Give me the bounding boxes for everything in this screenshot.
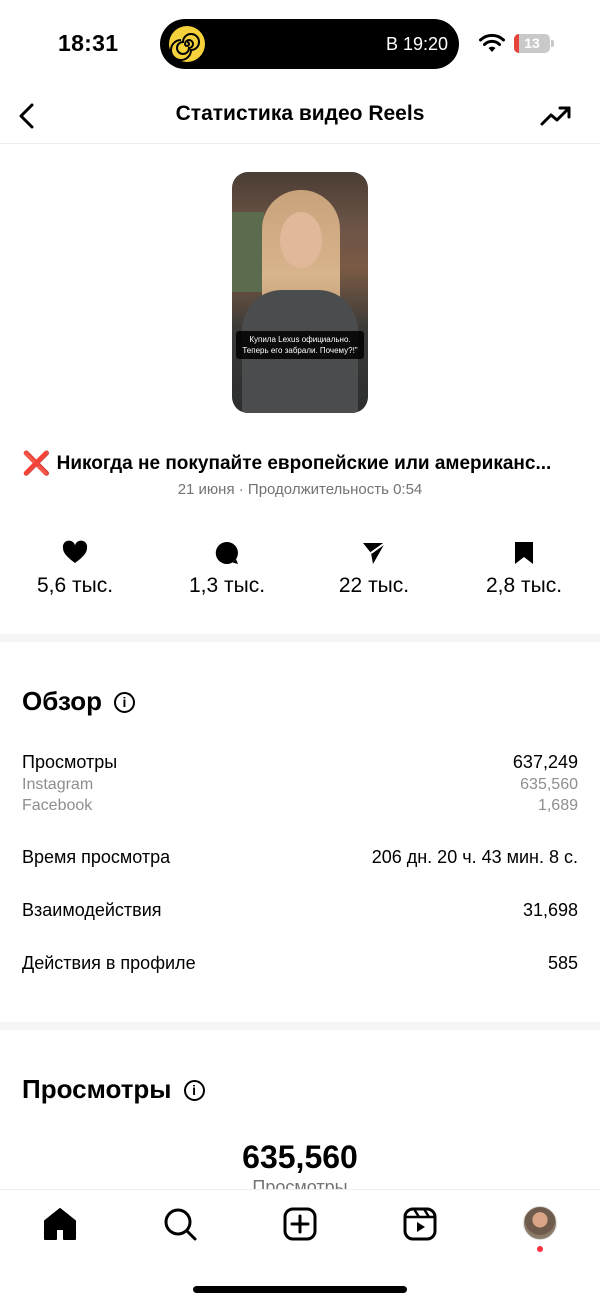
instagram-row: Instagram 635,560 bbox=[22, 776, 578, 796]
dynamic-island[interactable]: В 19:20 bbox=[160, 19, 459, 69]
nav-search[interactable] bbox=[160, 1204, 200, 1244]
views-label: Просмотры bbox=[22, 752, 118, 772]
profile-actions-row: Действия в профиле 585 bbox=[22, 953, 578, 977]
likes-stat: 5,6 тыс. bbox=[0, 540, 150, 598]
post-title-text: Никогда не покупайте европейские или аме… bbox=[56, 453, 552, 474]
views-value: 637,249 bbox=[512, 752, 578, 772]
instagram-value: 635,560 bbox=[520, 776, 578, 793]
watch-time-row: Время просмотра 206 дн. 20 ч. 43 мин. 8 … bbox=[22, 847, 578, 871]
section-divider bbox=[0, 634, 600, 642]
watch-time-value: 206 дн. 20 ч. 43 мин. 8 с. bbox=[371, 847, 578, 867]
thumbnail-caption-line2: Теперь его забрали. Почему?!" bbox=[242, 346, 358, 355]
notification-dot bbox=[537, 1246, 543, 1252]
wifi-icon bbox=[479, 33, 505, 52]
page-title: Статистика видео Reels bbox=[175, 102, 425, 125]
instagram-label: Instagram bbox=[22, 776, 94, 793]
comments-stat: 1,3 тыс. bbox=[152, 540, 302, 598]
likes-count: 5,6 тыс. bbox=[36, 574, 114, 597]
overview-title: Обзор i bbox=[22, 686, 135, 717]
views-section-title-text: Просмотры bbox=[22, 1074, 172, 1104]
facebook-label: Facebook bbox=[22, 797, 93, 814]
info-icon[interactable]: i bbox=[183, 1080, 205, 1101]
interactions-label: Взаимодействия bbox=[22, 900, 162, 920]
facebook-row: Facebook 1,689 bbox=[22, 797, 578, 817]
shares-stat: 22 тыс. bbox=[299, 540, 449, 598]
thumbnail-face bbox=[280, 212, 322, 268]
thumbnail-caption: Купила Lexus официально. Теперь его забр… bbox=[236, 331, 364, 359]
reel-thumbnail[interactable]: Купила Lexus официально. Теперь его забр… bbox=[232, 172, 368, 413]
shares-count: 22 тыс. bbox=[338, 574, 410, 597]
saves-count: 2,8 тыс. bbox=[485, 574, 563, 597]
thumbnail-caption-line1: Купила Lexus официально. bbox=[249, 335, 351, 344]
profile-avatar[interactable] bbox=[523, 1206, 557, 1240]
interactions-value: 31,698 bbox=[522, 900, 578, 920]
post-title: ❌ Никогда не покупайте европейские или ам… bbox=[22, 450, 582, 477]
profile-actions-value: 585 bbox=[547, 953, 578, 973]
bottom-nav bbox=[0, 1189, 600, 1303]
trending-up-icon bbox=[540, 106, 571, 126]
interactions-row: Взаимодействия 31,698 bbox=[22, 900, 578, 924]
heart-icon bbox=[62, 540, 88, 563]
top-header: Статистика видео Reels bbox=[0, 88, 600, 144]
engagement-row: 5,6 тыс. 1,3 тыс. 22 тыс. 2,8 тыс. bbox=[0, 540, 600, 610]
saves-stat: 2,8 тыс. bbox=[449, 540, 599, 598]
comments-count: 1,3 тыс. bbox=[188, 574, 266, 597]
battery-percent: 13 bbox=[524, 35, 540, 51]
views-row: Просмотры 637,249 bbox=[22, 752, 578, 776]
status-time: 18:31 bbox=[58, 30, 119, 56]
post-meta: 21 июня · Продолжительность 0:54 bbox=[177, 481, 423, 498]
watch-time-label: Время просмотра bbox=[22, 847, 171, 867]
status-bar: 18:31 В 19:20 13 bbox=[0, 0, 600, 88]
trend-button[interactable] bbox=[538, 100, 574, 132]
home-indicator[interactable] bbox=[193, 1286, 407, 1293]
views-total: 635,560 bbox=[242, 1139, 358, 1175]
create-icon bbox=[283, 1207, 317, 1241]
overview-title-text: Обзор bbox=[22, 686, 102, 716]
facebook-value: 1,689 bbox=[537, 797, 578, 814]
reels-icon bbox=[403, 1207, 437, 1241]
island-timer-text: В 19:20 bbox=[385, 34, 448, 54]
section-divider bbox=[0, 1022, 600, 1030]
nav-home[interactable] bbox=[40, 1204, 80, 1244]
battery-icon: 13 bbox=[514, 34, 550, 53]
views-section-title: Просмотры i bbox=[22, 1074, 205, 1105]
send-icon bbox=[363, 542, 386, 564]
bookmark-icon bbox=[515, 542, 533, 564]
spiral-icon bbox=[169, 26, 205, 62]
comment-icon bbox=[215, 541, 238, 564]
search-icon bbox=[164, 1208, 197, 1241]
nav-reels[interactable] bbox=[400, 1204, 440, 1244]
thumbnail-car-window bbox=[232, 212, 264, 292]
info-icon[interactable]: i bbox=[113, 692, 135, 713]
nav-create[interactable] bbox=[280, 1204, 320, 1244]
profile-actions-label: Действия в профиле bbox=[22, 953, 196, 973]
cross-mark-icon: ❌ bbox=[22, 450, 51, 476]
battery-cap bbox=[551, 40, 554, 47]
home-icon bbox=[44, 1208, 76, 1240]
